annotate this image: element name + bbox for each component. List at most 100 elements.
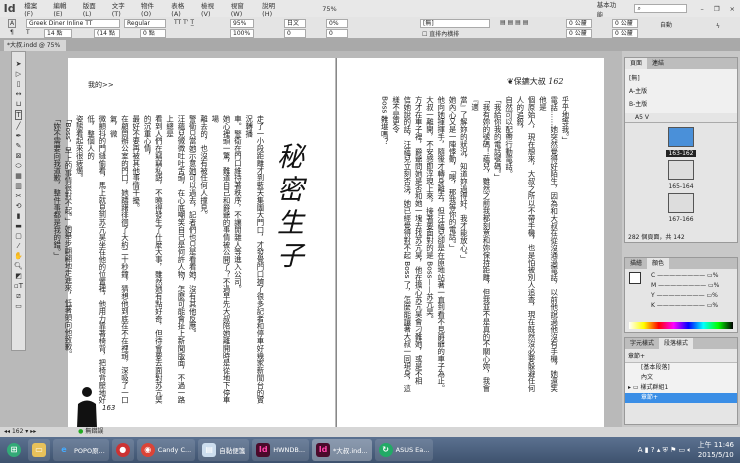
pencil-tool-icon[interactable]: ✎ [16, 142, 22, 150]
menu-window[interactable]: 視窗(W) [226, 0, 257, 18]
free-transform-tool-icon[interactable]: ⟲ [16, 202, 22, 210]
pen-tool-icon[interactable]: ✒ [16, 132, 22, 140]
language-select[interactable]: 日文 [284, 19, 306, 28]
system-tray[interactable]: A ▮ ? ▴ ⛨ ⚑ ▭ 🔈︎ 上午 11:46 2015/5/10 [638, 440, 740, 460]
clock[interactable]: 上午 11:46 2015/5/10 [698, 440, 734, 460]
page-field[interactable]: 162 [12, 428, 23, 435]
character-mode-icon[interactable]: A [8, 19, 17, 28]
vertical-grid-tool-icon[interactable]: ▥ [15, 182, 22, 190]
color-spectrum[interactable] [629, 322, 733, 329]
magenta-slider[interactable]: M ———————— ▭% [651, 281, 735, 291]
gradient-swatch-tool-icon[interactable]: ▮ [17, 212, 21, 220]
align-buttons[interactable]: ▤ ▤ ▤ ▤ [500, 19, 528, 26]
horizontal-scale-field[interactable]: 100% [230, 29, 254, 38]
document-tab[interactable]: *大叔.indd @ 75% × [4, 40, 66, 60]
master-b[interactable]: B-主版 [629, 98, 733, 111]
taskbar-ie[interactable]: e POPO原... [53, 439, 109, 461]
taskbar-chrome[interactable]: ◉ Candy C... [136, 439, 196, 461]
vertical-scale-field[interactable]: 95% [230, 19, 254, 28]
menu-help[interactable]: 說明(H) [257, 0, 287, 18]
page-tool-icon[interactable]: ▯ [17, 80, 21, 88]
auto-select[interactable]: 自動 [660, 20, 672, 29]
tsume-field[interactable]: 0 [326, 29, 348, 38]
page-size-select[interactable]: A5 V [625, 113, 737, 123]
taskbar-explorer[interactable]: ▭ [28, 439, 50, 461]
screen-mode-icon[interactable]: ▭ [15, 302, 22, 310]
tab-links[interactable]: 連結 [647, 58, 669, 69]
tab-character-styles[interactable]: 字元樣式 [625, 338, 659, 349]
taskbar-app[interactable]: ● [111, 439, 134, 461]
style-item[interactable]: 內文 [625, 373, 737, 383]
ellipse-tool-icon[interactable]: ⬭ [16, 162, 22, 170]
mojikumi-select[interactable]: [無] [420, 19, 490, 28]
start-button[interactable]: ⊞ [3, 439, 25, 461]
type-tool-icon[interactable]: T [15, 110, 22, 120]
font-family-select[interactable]: Greek Diner Inline TT [26, 19, 120, 28]
taskbar-indesign-2[interactable]: Id *大叔.ind... [312, 439, 372, 461]
apply-none-icon[interactable]: ⧄ [16, 292, 20, 300]
gap-tool-icon[interactable]: ↔ [16, 90, 22, 98]
eyedropper-tool-icon[interactable]: ⁄ [18, 242, 19, 250]
space-after-field[interactable]: 0 公釐 [612, 29, 638, 38]
tray-icons[interactable]: A ▮ ? ▴ ⛨ ⚑ ▭ 🔈︎ [638, 446, 692, 455]
style-item-selected[interactable]: 章節+ [625, 393, 737, 403]
paragraph-mode-icon[interactable]: ¶ [10, 29, 14, 36]
lightning-icon[interactable]: ϟ [716, 23, 720, 30]
right-page[interactable]: ❦保鑣大叔 162 乎乎地等我。」 電話……她突然覺得好陌生，因為和大叔在從沒通… [336, 58, 604, 428]
scissors-tool-icon[interactable]: ✂ [16, 192, 22, 200]
tate-chu-yoko-checkbox[interactable]: ☐ 直排內橫排 [422, 29, 459, 38]
tab-color[interactable]: 顏色 [647, 258, 670, 269]
hand-tool-icon[interactable]: ✋ [14, 252, 23, 260]
taskbar-sticky-notes[interactable]: ▤ 自黏便箋 [198, 439, 250, 461]
restore-button[interactable]: ❐ [709, 5, 725, 13]
zoom-select[interactable]: 75% [317, 5, 341, 13]
spread-thumbnail[interactable] [668, 127, 694, 147]
taskbar-indesign-1[interactable]: Id HWNDB... [252, 439, 310, 461]
cyan-slider[interactable]: C ———————— ▭% [651, 271, 735, 281]
tracking-field[interactable]: 0% [326, 19, 348, 28]
zoom-tool-icon[interactable]: 🔍︎ [14, 262, 23, 270]
note-tool-icon[interactable]: ▢ [15, 232, 22, 240]
text-format-buttons[interactable]: TT T' T̲ [174, 19, 194, 26]
font-style-select[interactable]: Regular [124, 19, 166, 28]
selection-tool-icon[interactable]: ➤ [16, 60, 22, 68]
style-item[interactable]: [基本段落] [625, 363, 737, 373]
fill-stroke-swatch[interactable] [629, 272, 641, 284]
direct-selection-tool-icon[interactable]: ▷ [16, 70, 21, 78]
close-button[interactable]: × [725, 5, 740, 13]
page-nav[interactable]: ◂◂ 162 ▾ ▸▸ [4, 428, 36, 435]
body-text-left[interactable]: 走了一小段距離才到藍天集團大門口，才發覺門口擠了很多記者和停車好幾家新聞台的實況… [53, 115, 266, 405]
content-collector-icon[interactable]: ⊔ [16, 100, 21, 108]
body-text-right[interactable]: 乎乎地等我。」 電話……她突然覺得好陌生，因為和大叔在從沒通過電話，以前他說過他… [380, 96, 571, 396]
fill-stroke-icon[interactable]: ◩ [15, 272, 22, 280]
baseline-shift-field[interactable]: 0 [284, 29, 306, 38]
font-size-field[interactable]: 14 點 [44, 29, 72, 38]
black-slider[interactable]: K ———————— ▭% [651, 301, 735, 311]
menu-table[interactable]: 表格(A) [166, 0, 196, 18]
menu-file[interactable]: 檔案(F) [19, 0, 48, 18]
minimize-button[interactable]: – [695, 5, 708, 13]
tab-paragraph-styles[interactable]: 段落樣式 [659, 338, 694, 349]
preflight-status[interactable]: ● 無錯誤 [78, 428, 103, 435]
style-group[interactable]: ▸ ▭ 樣式群組1 [625, 383, 737, 393]
menu-type[interactable]: 文字(T) [107, 0, 136, 18]
first-line-indent-field[interactable]: 0 公釐 [566, 29, 592, 38]
line-tool-icon[interactable]: ╱ [16, 122, 20, 130]
spread-thumbnail[interactable] [668, 193, 694, 213]
tab-stroke[interactable]: 描繪 [625, 258, 647, 269]
menu-object[interactable]: 物件(O) [136, 0, 166, 18]
space-before-field[interactable]: 0 公釐 [612, 19, 638, 28]
search-input[interactable]: ⌕ [634, 4, 688, 13]
menu-layout[interactable]: 版面(L) [78, 0, 107, 18]
horizontal-grid-tool-icon[interactable]: ▦ [15, 172, 22, 180]
taskbar-asus[interactable]: ↻ ASUS Ea... [374, 439, 434, 461]
master-a[interactable]: A-主版 [629, 85, 733, 98]
left-indent-field[interactable]: 0 公釐 [566, 19, 592, 28]
formatting-affects-icon[interactable]: ▫T [14, 282, 23, 290]
workspace-switcher[interactable]: 基本功能 [592, 0, 625, 19]
leading-field[interactable]: (14 點 [94, 29, 120, 38]
left-page[interactable]: 我的>> 秘密生子 走了一小段距離才到藍天集團大門口，才發覺門口擠了很多記者和停… [53, 58, 335, 428]
menu-edit[interactable]: 編輯(E) [48, 0, 77, 18]
gradient-feather-tool-icon[interactable]: ▬ [15, 222, 22, 230]
spread-thumbnail[interactable] [668, 160, 694, 180]
